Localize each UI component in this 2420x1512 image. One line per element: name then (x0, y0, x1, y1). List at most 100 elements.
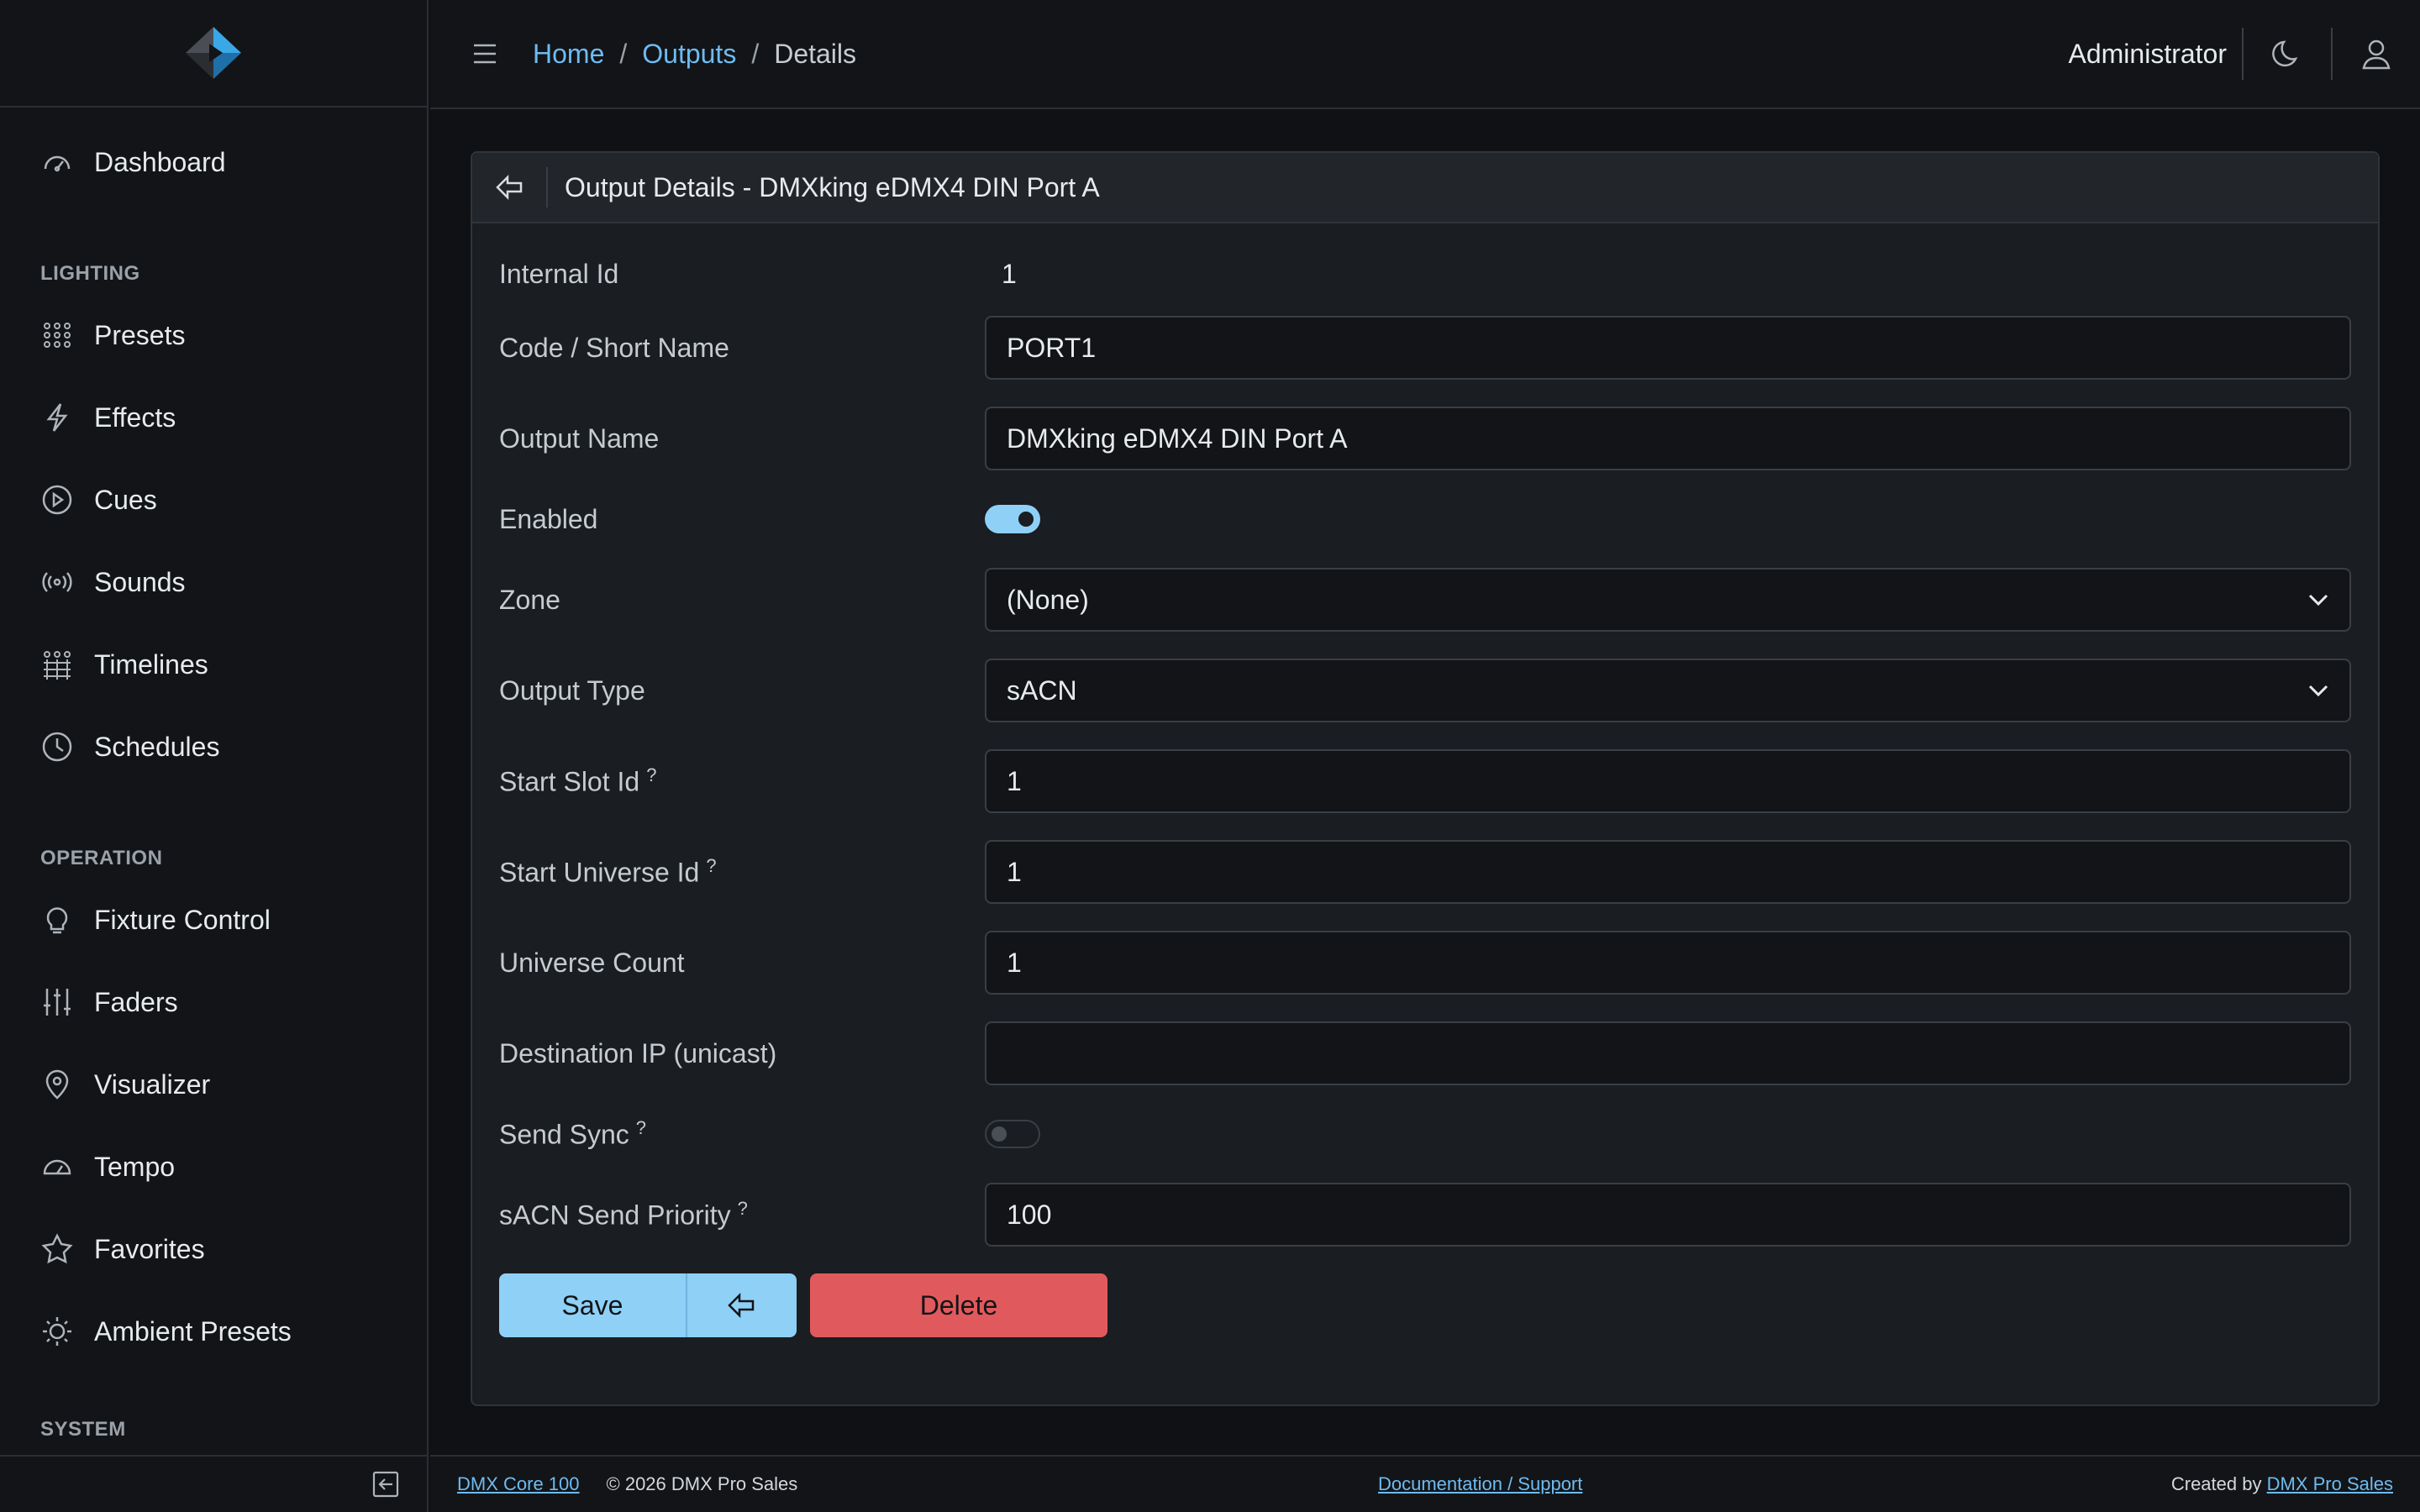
output-name-input[interactable]: DMXking eDMX4 DIN Port A (985, 407, 2351, 470)
field-label-text: Start Slot Id (499, 766, 640, 797)
field-label: Start Universe Id? (499, 855, 986, 889)
lightbulb-icon (40, 903, 74, 937)
help-icon[interactable]: ? (706, 855, 716, 876)
logo-icon (186, 27, 241, 79)
sidebar-nav: Dashboard LIGHTING Presets Effects Cues … (0, 108, 427, 1450)
back-arrow-icon (728, 1293, 756, 1318)
creator-link[interactable]: DMX Pro Sales (2267, 1473, 2393, 1494)
universe-count-input[interactable]: 1 (985, 931, 2351, 995)
sidebar-footer (0, 1455, 427, 1512)
field-label: Internal Id (499, 258, 619, 289)
start-slot-input-value: 1 (1007, 765, 1022, 796)
card-title: Output Details - DMXking eDMX4 DIN Port … (565, 171, 1100, 202)
output-type-select[interactable]: sACN (985, 659, 2351, 722)
help-icon[interactable]: ? (738, 1198, 748, 1219)
breadcrumb-current: Details (774, 38, 857, 69)
sidebar-item-cues[interactable]: Cues (0, 459, 427, 541)
product-link[interactable]: DMX Core 100 (457, 1473, 580, 1495)
internal-id-value: 1 (1002, 258, 1017, 289)
sidebar-item-timelines[interactable]: Timelines (0, 623, 427, 706)
priority-input-value: 100 (1007, 1199, 1052, 1230)
user-name[interactable]: Administrator (2069, 39, 2243, 70)
field-zone: Zone (None) (499, 568, 2351, 632)
sidebar-item-faders[interactable]: Faders (0, 961, 427, 1043)
topbar: Home / Outputs / Details Administrator (430, 0, 2420, 109)
user-account-icon[interactable] (2333, 0, 2420, 108)
sidebar-item-presets[interactable]: Presets (0, 294, 427, 376)
field-start-slot: Start Slot Id? 1 (499, 749, 2351, 813)
chevron-down-icon (2307, 684, 2329, 697)
output-details-card: Output Details - DMXking eDMX4 DIN Port … (471, 151, 2380, 1406)
grid-dots-icon (40, 318, 74, 352)
sliders-icon (40, 985, 74, 1019)
field-send-sync: Send Sync? (499, 1109, 2351, 1159)
save-button[interactable]: Save (499, 1273, 687, 1337)
card-header: Output Details - DMXking eDMX4 DIN Port … (472, 153, 2378, 223)
star-icon (40, 1232, 74, 1266)
play-circle-icon (40, 483, 74, 517)
sidebar-item-label: Effects (94, 402, 176, 433)
breadcrumb-separator: / (751, 38, 760, 69)
sidebar-item-label: Visualizer (94, 1068, 211, 1100)
destination-ip-input[interactable] (985, 1021, 2351, 1085)
field-label: Output Name (499, 423, 660, 454)
speedometer-icon (40, 1150, 74, 1184)
zone-select[interactable]: (None) (985, 568, 2351, 632)
output-type-select-value: sACN (1007, 675, 1077, 706)
lightning-icon (40, 401, 74, 434)
sidebar-section-operation: OPERATION (40, 847, 163, 869)
field-label: Output Type (499, 675, 645, 706)
field-universe-count: Universe Count 1 (499, 931, 2351, 995)
priority-input[interactable]: 100 (985, 1183, 2351, 1247)
sidebar-item-label: Timelines (94, 648, 208, 680)
field-label: Enabled (499, 503, 598, 534)
field-start-universe: Start Universe Id? 1 (499, 840, 2351, 904)
help-icon[interactable]: ? (646, 764, 656, 785)
sidebar-item-schedules[interactable]: Schedules (0, 706, 427, 788)
sidebar-item-label: Presets (94, 319, 186, 350)
sidebar-item-label: Ambient Presets (94, 1315, 292, 1347)
save-and-back-button[interactable] (687, 1273, 797, 1337)
code-input[interactable]: PORT1 (985, 316, 2351, 380)
broadcast-icon (40, 565, 74, 599)
sidebar-item-fixture-control[interactable]: Fixture Control (0, 879, 427, 961)
delete-button[interactable]: Delete (810, 1273, 1107, 1337)
collapse-sidebar-icon[interactable] (371, 1470, 400, 1499)
send-sync-toggle[interactable] (985, 1120, 1040, 1148)
chevron-down-icon (2307, 593, 2329, 606)
sidebar-item-label: Tempo (94, 1151, 176, 1182)
sidebar-item-tempo[interactable]: Tempo (0, 1126, 427, 1208)
field-priority: sACN Send Priority? 100 (499, 1183, 2351, 1247)
breadcrumb-separator: / (619, 38, 628, 69)
start-universe-input-value: 1 (1007, 856, 1022, 887)
enabled-toggle[interactable] (985, 505, 1040, 533)
back-arrow-icon[interactable] (474, 167, 548, 207)
map-pin-icon (40, 1068, 74, 1101)
brand-logo[interactable] (0, 0, 427, 108)
sidebar-item-ambient-presets[interactable]: Ambient Presets (0, 1290, 427, 1373)
menu-toggle-icon[interactable] (471, 39, 499, 68)
timeline-grid-icon (40, 648, 74, 681)
field-label: Universe Count (499, 947, 685, 978)
field-internal-id: Internal Id 1 (499, 254, 2351, 294)
sidebar-item-effects[interactable]: Effects (0, 376, 427, 459)
breadcrumb-home[interactable]: Home (533, 39, 604, 70)
sidebar-item-sounds[interactable]: Sounds (0, 541, 427, 623)
sidebar-item-dashboard[interactable]: Dashboard (0, 121, 427, 203)
zone-select-value: (None) (1007, 584, 1089, 615)
start-slot-input[interactable]: 1 (985, 749, 2351, 813)
breadcrumb-outputs[interactable]: Outputs (642, 39, 736, 70)
help-icon[interactable]: ? (636, 1117, 646, 1138)
theme-toggle-moon-icon[interactable] (2244, 0, 2331, 108)
field-label: sACN Send Priority? (499, 1198, 986, 1231)
field-output-name: Output Name DMXking eDMX4 DIN Port A (499, 407, 2351, 470)
sidebar-item-favorites[interactable]: Favorites (0, 1208, 427, 1290)
start-universe-input[interactable]: 1 (985, 840, 2351, 904)
sidebar-item-visualizer[interactable]: Visualizer (0, 1043, 427, 1126)
docs-link[interactable]: Documentation / Support (1378, 1473, 1582, 1495)
output-name-input-value: DMXking eDMX4 DIN Port A (1007, 423, 1348, 454)
sidebar-section-lighting: LIGHTING (40, 262, 140, 285)
sidebar-item-label: Cues (94, 484, 157, 515)
sidebar-item-label: Dashboard (94, 146, 226, 177)
field-label: Zone (499, 584, 560, 615)
